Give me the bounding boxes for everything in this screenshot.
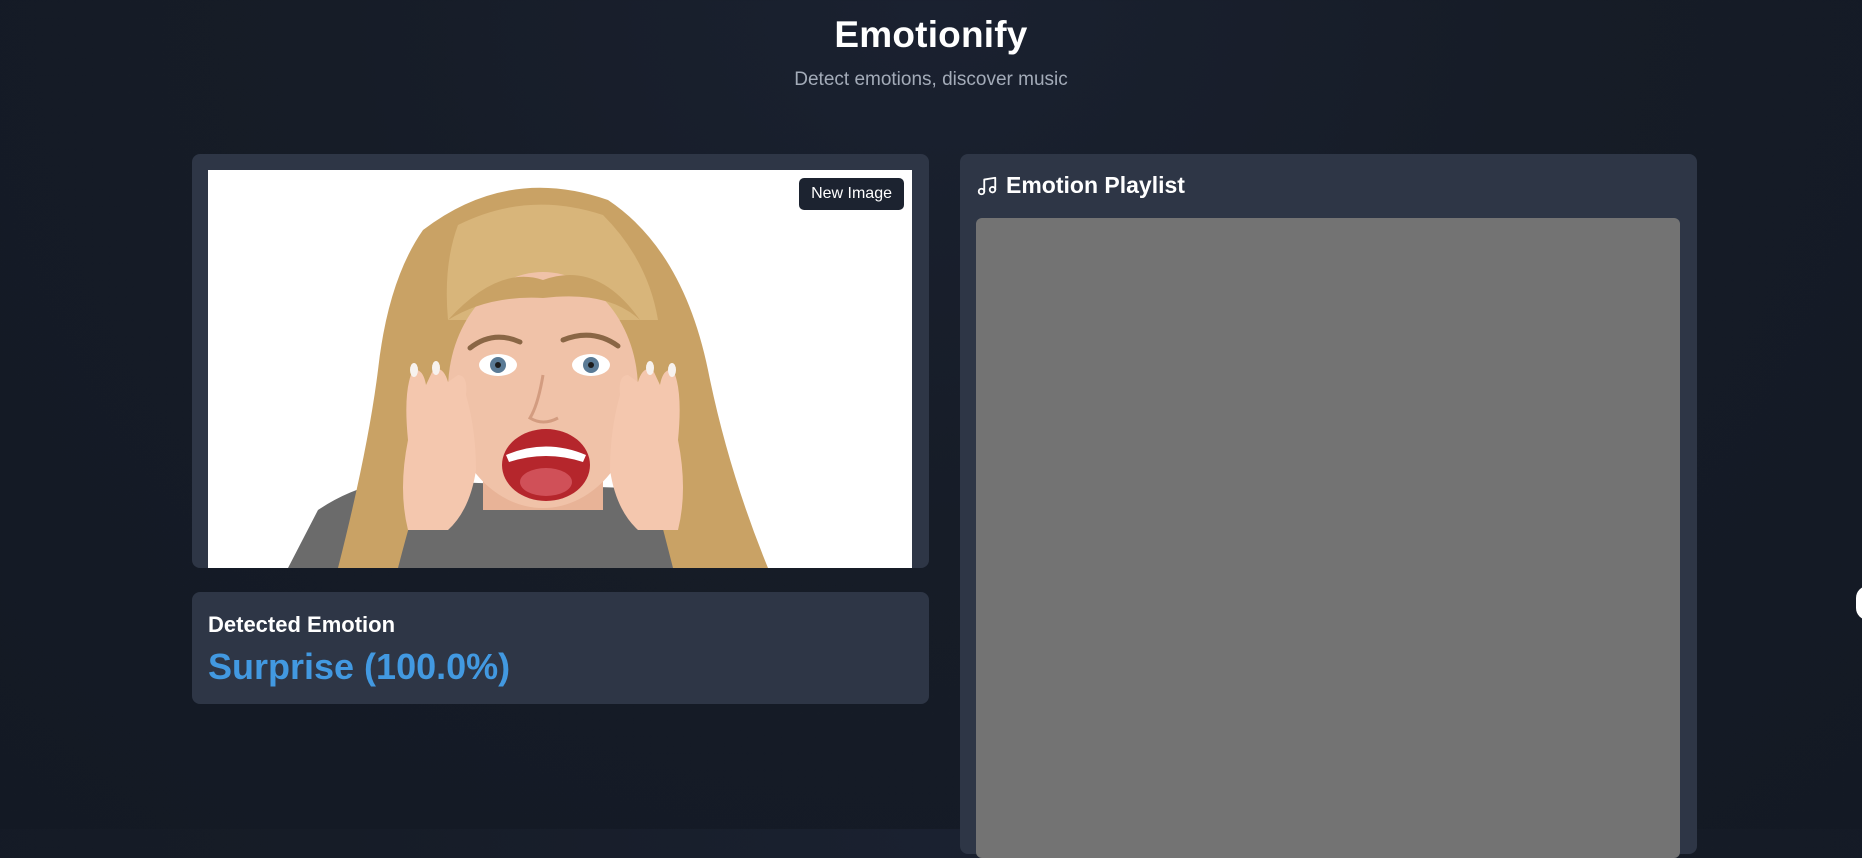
app-header: Emotionify Detect emotions, discover mus… xyxy=(0,0,1862,92)
uploaded-photo: New Image xyxy=(208,170,912,568)
image-card: New Image xyxy=(192,154,929,568)
face-photo xyxy=(208,170,912,568)
app-subtitle: Detect emotions, discover music xyxy=(794,69,1068,90)
scroll-handle[interactable] xyxy=(1856,586,1862,620)
app-title: Emotionify xyxy=(834,14,1028,55)
detected-emotion-result: Surprise (100.0%) xyxy=(208,646,511,687)
playlist-title: Emotion Playlist xyxy=(1006,172,1185,198)
playlist-card: Emotion Playlist xyxy=(960,154,1697,858)
new-image-button[interactable]: New Image xyxy=(799,178,904,210)
playlist-header: Emotion Playlist xyxy=(976,172,1185,199)
music-note-icon xyxy=(976,175,998,197)
detected-emotion-heading: Detected Emotion xyxy=(208,612,396,637)
detected-emotion-card: Detected Emotion Surprise (100.0%) xyxy=(192,592,929,704)
playlist-embed[interactable] xyxy=(976,218,1680,858)
